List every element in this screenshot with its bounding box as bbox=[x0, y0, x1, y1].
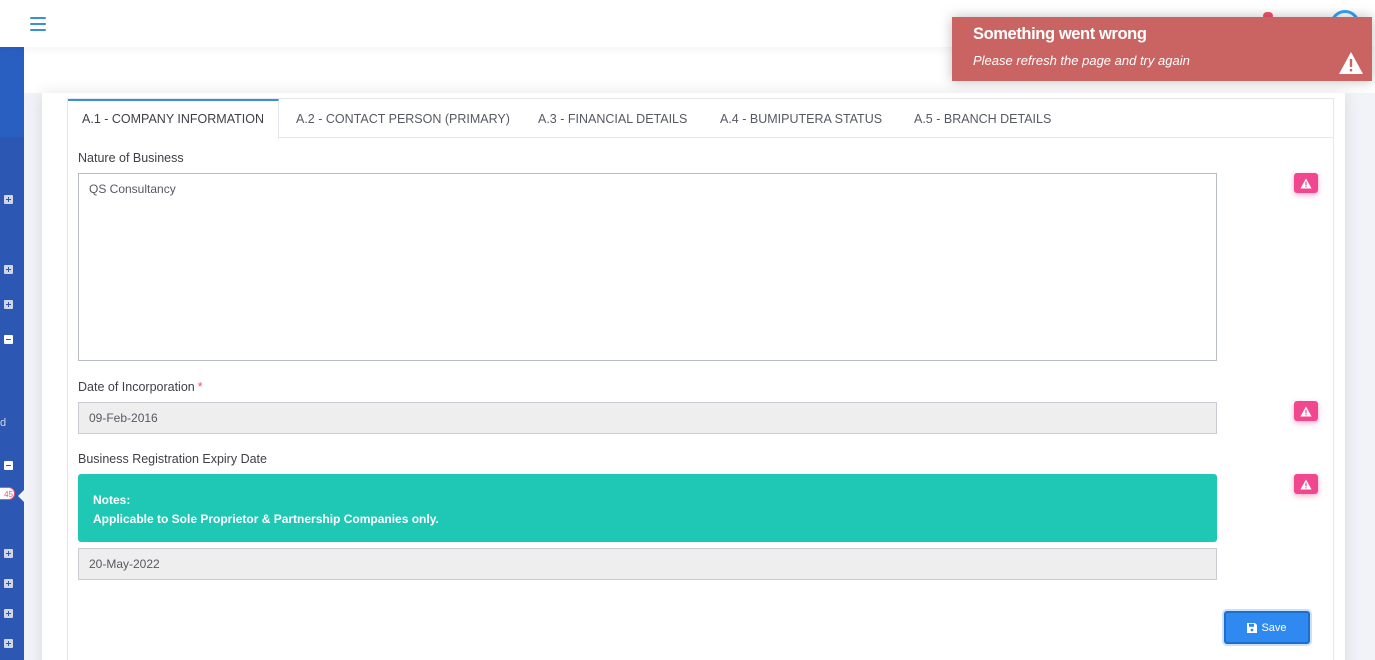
sidebar-collapse-icon[interactable] bbox=[4, 335, 13, 344]
sidebar-expand-icon[interactable] bbox=[4, 300, 13, 309]
date-of-incorporation-field[interactable]: 09-Feb-2016 bbox=[78, 402, 1217, 434]
sidebar: d 45 bbox=[0, 47, 24, 660]
sidebar-expand-icon[interactable] bbox=[4, 195, 13, 204]
sidebar-expand-icon[interactable] bbox=[4, 579, 13, 588]
sidebar-expand-icon[interactable] bbox=[4, 265, 13, 274]
nature-of-business-textarea[interactable]: QS Consultancy bbox=[78, 173, 1217, 361]
warning-triangle-icon bbox=[1300, 479, 1312, 489]
date-of-incorporation-label-text: Date of Incorporation bbox=[78, 380, 195, 394]
notes-text: Applicable to Sole Proprietor & Partners… bbox=[93, 512, 439, 526]
save-button-label: Save bbox=[1261, 621, 1287, 634]
warning-button[interactable] bbox=[1294, 474, 1318, 494]
notes-alert: Notes: Applicable to Sole Proprietor & P… bbox=[78, 474, 1217, 542]
tab-contact-person[interactable]: A.2 - CONTACT PERSON (PRIMARY) bbox=[296, 99, 510, 138]
date-of-incorporation-label: Date of Incorporation * bbox=[78, 380, 203, 394]
tab-financial-details[interactable]: A.3 - FINANCIAL DETAILS bbox=[538, 99, 687, 138]
sidebar-expand-icon[interactable] bbox=[4, 609, 13, 618]
warning-triangle-icon bbox=[1300, 178, 1312, 188]
business-registration-expiry-field[interactable]: 20-May-2022 bbox=[78, 548, 1217, 580]
hamburger-menu-icon[interactable] bbox=[30, 17, 46, 31]
warning-button[interactable] bbox=[1294, 173, 1318, 193]
toast-message: Please refresh the page and try again bbox=[973, 53, 1190, 68]
save-button[interactable]: Save bbox=[1224, 611, 1310, 644]
toast-title: Something went wrong bbox=[973, 25, 1147, 43]
error-toast[interactable]: Something went wrong Please refresh the … bbox=[952, 17, 1372, 81]
warning-triangle-icon bbox=[1300, 406, 1312, 416]
warning-triangle-icon bbox=[1339, 52, 1363, 74]
notes-title: Notes: bbox=[93, 493, 131, 507]
tab-bumiputera-status[interactable]: A.4 - BUMIPUTERA STATUS bbox=[720, 99, 882, 138]
sidebar-header bbox=[0, 47, 24, 137]
sidebar-item-label[interactable]: d bbox=[0, 417, 6, 429]
warning-button[interactable] bbox=[1294, 401, 1318, 421]
floppy-disk-icon bbox=[1247, 622, 1258, 633]
sidebar-count-badge: 45 bbox=[0, 487, 15, 500]
sidebar-expand-icon[interactable] bbox=[4, 549, 13, 558]
tab-branch-details[interactable]: A.5 - BRANCH DETAILS bbox=[914, 99, 1051, 138]
required-asterisk: * bbox=[197, 380, 203, 394]
sidebar-expand-icon[interactable] bbox=[4, 639, 13, 648]
tab-company-information[interactable]: A.1 - COMPANY INFORMATION bbox=[68, 99, 279, 139]
business-registration-expiry-label: Business Registration Expiry Date bbox=[78, 452, 267, 466]
nature-of-business-label: Nature of Business bbox=[78, 151, 184, 165]
sidebar-collapse-icon[interactable] bbox=[4, 461, 13, 470]
sidebar-active-indicator bbox=[18, 490, 24, 502]
tab-bar: A.1 - COMPANY INFORMATION A.2 - CONTACT … bbox=[68, 99, 1333, 139]
